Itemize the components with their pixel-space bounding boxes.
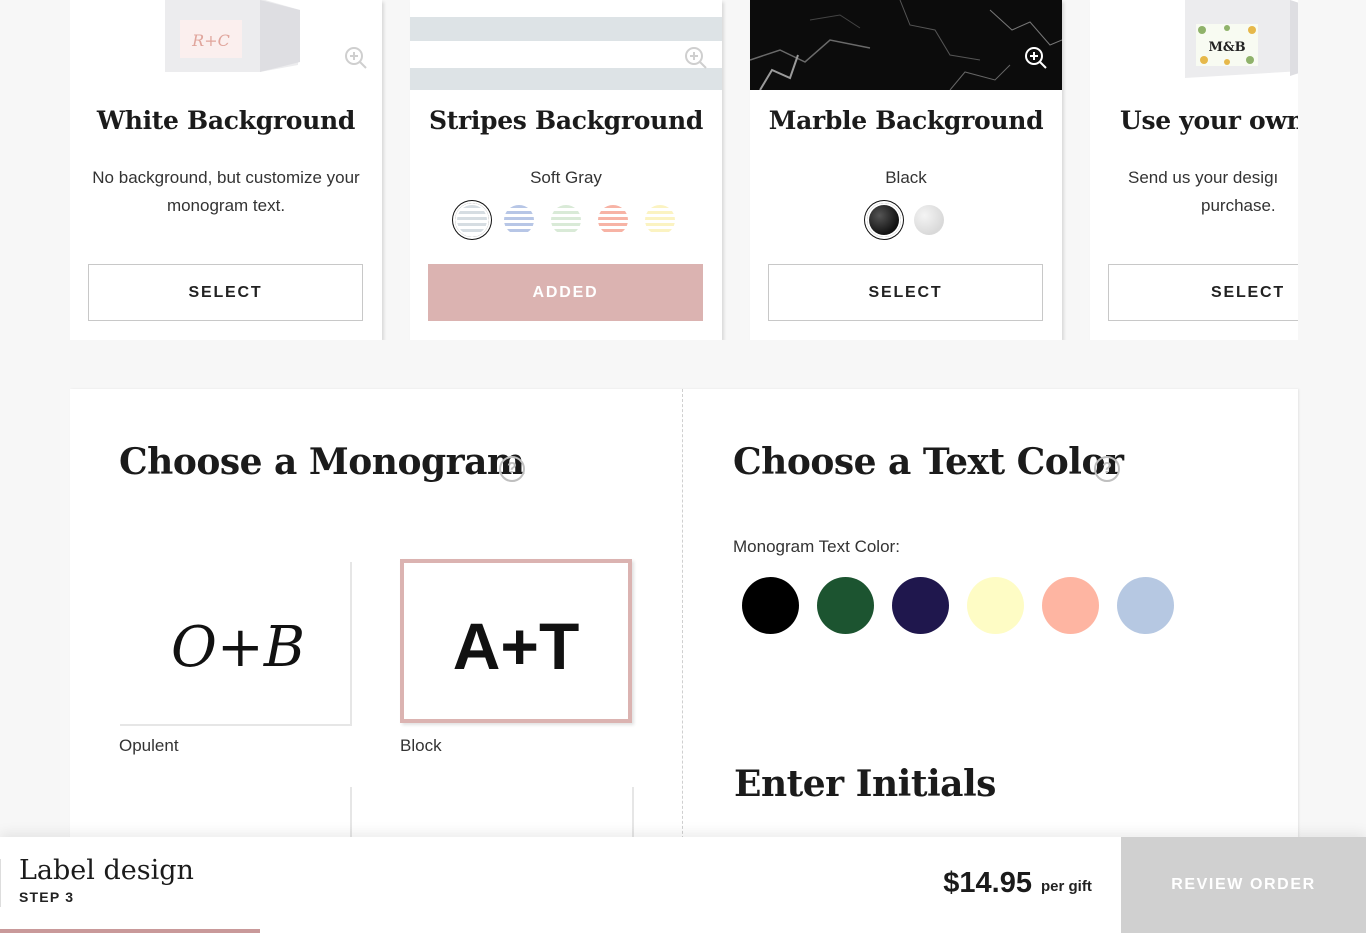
step-number: STEP 3 [19, 889, 75, 905]
monogram-option-block[interactable]: A+T [400, 559, 632, 723]
gift-box-image: R+C [165, 0, 300, 72]
price: $14.95 [943, 867, 1032, 899]
stripes-background-thumbnail[interactable] [410, 0, 722, 90]
gift-box-image: M&B [1185, 0, 1298, 78]
bar-divider [0, 859, 1, 907]
card-stripes-background: Stripes Background Soft Gray ADDED [410, 0, 722, 340]
opulent-sample-image: O+B [171, 615, 305, 680]
stripe-swatches [410, 203, 722, 237]
background-options: R+C White Background No background, but … [70, 0, 1298, 340]
card-white-background: R+C White Background No background, but … [70, 0, 382, 340]
swatch-white-marble[interactable] [912, 203, 946, 237]
block-sample-text: A+T [453, 609, 580, 683]
custom-background-thumbnail[interactable]: M&B [1090, 0, 1298, 90]
card-marble-background: Marble Background Black SELECT [750, 0, 1062, 340]
block-sample-image: A+T [453, 609, 580, 683]
card-description-line: Send us your desigı [1128, 168, 1279, 187]
step-title: Label design [19, 855, 194, 886]
color-navy[interactable] [892, 577, 949, 634]
color-light-blue[interactable] [1117, 577, 1174, 634]
initials-heading: Enter Initials [734, 763, 996, 805]
opulent-sample-text: O+B [171, 615, 305, 680]
variant-name: Black [885, 168, 927, 187]
zoom-icon[interactable] [344, 46, 368, 70]
card-custom-background: M&B Use your own c Send us your desigı p… [1090, 0, 1298, 340]
monogram-heading: Choose a Monogram [119, 441, 525, 483]
monogram-option-opulent[interactable]: O+B [120, 562, 352, 726]
marble-swatches [750, 203, 1062, 237]
text-color-swatches [742, 577, 1174, 634]
card-description: Send us your desigı purchase. [1128, 164, 1298, 220]
panel-divider [682, 389, 683, 849]
select-button[interactable]: SELECT [1108, 264, 1298, 321]
swatch-black-marble[interactable] [867, 203, 901, 237]
thumb-monogram-text: M&B [1208, 40, 1245, 55]
monogram-option-label: Block [400, 736, 442, 755]
progress-bar [0, 929, 260, 933]
swatch-soft-gray[interactable] [455, 203, 489, 237]
card-title: White Background [96, 106, 356, 135]
help-icon[interactable]: ? [499, 456, 525, 482]
zoom-icon[interactable] [1024, 46, 1048, 70]
monogram-option-label: Opulent [119, 736, 179, 755]
card-title: Stripes Background [428, 106, 704, 135]
color-yellow[interactable] [967, 577, 1024, 634]
thumb-monogram-text: R+C [191, 31, 230, 50]
bottom-bar: Label design STEP 3 $14.95 per gift REVI… [0, 837, 1366, 933]
text-color-label: Monogram Text Color: [733, 537, 900, 556]
zoom-icon[interactable] [684, 46, 708, 70]
stripes-image [410, 0, 722, 90]
card-description-line: purchase. [1201, 196, 1276, 215]
color-black[interactable] [742, 577, 799, 634]
swatch-blue[interactable] [502, 203, 536, 237]
card-title: Marble Background [768, 106, 1044, 135]
swatch-coral[interactable] [596, 203, 630, 237]
color-peach[interactable] [1042, 577, 1099, 634]
added-button[interactable]: ADDED [428, 264, 703, 321]
price-suffix: per gift [1041, 878, 1092, 895]
swatch-green[interactable] [549, 203, 583, 237]
help-icon[interactable]: ? [1094, 456, 1120, 482]
swatch-yellow[interactable] [643, 203, 677, 237]
text-color-heading: Choose a Text Color [733, 441, 1124, 483]
card-title: Use your own c [1120, 106, 1298, 135]
customization-panel: Choose a Monogram ? O+B Opulent A+T Bloc… [70, 389, 1298, 849]
white-background-thumbnail[interactable]: R+C [70, 0, 382, 90]
marble-image [750, 0, 1062, 90]
color-green[interactable] [817, 577, 874, 634]
select-button[interactable]: SELECT [768, 264, 1043, 321]
card-description: No background, but customize your monogr… [92, 168, 360, 215]
select-button[interactable]: SELECT [88, 264, 363, 321]
marble-background-thumbnail[interactable] [750, 0, 1062, 90]
variant-name: Soft Gray [530, 168, 602, 187]
review-order-button[interactable]: REVIEW ORDER [1121, 837, 1366, 933]
